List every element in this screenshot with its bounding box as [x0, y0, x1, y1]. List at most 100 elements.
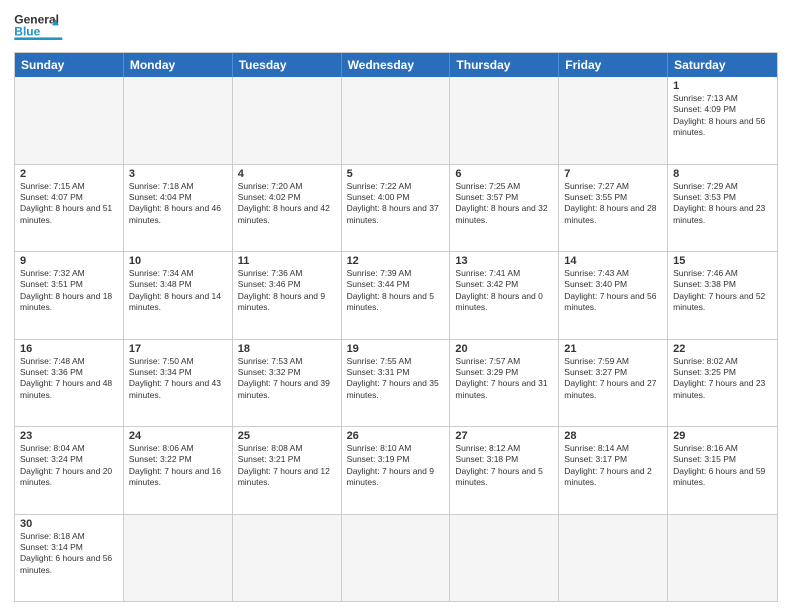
day-cell-6: 6Sunrise: 7:25 AMSunset: 3:57 PMDaylight… — [450, 165, 559, 252]
col-header-thursday: Thursday — [450, 53, 559, 77]
day-cell-16: 16Sunrise: 7:48 AMSunset: 3:36 PMDayligh… — [15, 340, 124, 427]
cell-info: Sunrise: 7:55 AMSunset: 3:31 PMDaylight:… — [347, 356, 445, 402]
cell-info: Sunrise: 7:27 AMSunset: 3:55 PMDaylight:… — [564, 181, 662, 227]
day-number: 14 — [564, 255, 662, 267]
cell-info: Sunrise: 7:22 AMSunset: 4:00 PMDaylight:… — [347, 181, 445, 227]
day-cell-22: 22Sunrise: 8:02 AMSunset: 3:25 PMDayligh… — [668, 340, 777, 427]
calendar-header: SundayMondayTuesdayWednesdayThursdayFrid… — [15, 53, 777, 77]
day-cell-3: 3Sunrise: 7:18 AMSunset: 4:04 PMDaylight… — [124, 165, 233, 252]
day-cell-24: 24Sunrise: 8:06 AMSunset: 3:22 PMDayligh… — [124, 427, 233, 514]
cell-info: Sunrise: 8:06 AMSunset: 3:22 PMDaylight:… — [129, 443, 227, 489]
empty-cell — [559, 77, 668, 164]
day-cell-1: 1Sunrise: 7:13 AMSunset: 4:09 PMDaylight… — [668, 77, 777, 164]
day-cell-17: 17Sunrise: 7:50 AMSunset: 3:34 PMDayligh… — [124, 340, 233, 427]
generalblue-logo: General Blue — [14, 10, 66, 46]
week-row-5: 30Sunrise: 8:18 AMSunset: 3:14 PMDayligh… — [15, 515, 777, 602]
day-cell-27: 27Sunrise: 8:12 AMSunset: 3:18 PMDayligh… — [450, 427, 559, 514]
cell-info: Sunrise: 7:59 AMSunset: 3:27 PMDaylight:… — [564, 356, 662, 402]
day-number: 1 — [673, 80, 772, 92]
day-cell-15: 15Sunrise: 7:46 AMSunset: 3:38 PMDayligh… — [668, 252, 777, 339]
day-cell-18: 18Sunrise: 7:53 AMSunset: 3:32 PMDayligh… — [233, 340, 342, 427]
empty-cell — [233, 77, 342, 164]
cell-info: Sunrise: 7:41 AMSunset: 3:42 PMDaylight:… — [455, 268, 553, 314]
day-cell-28: 28Sunrise: 8:14 AMSunset: 3:17 PMDayligh… — [559, 427, 668, 514]
cell-info: Sunrise: 7:18 AMSunset: 4:04 PMDaylight:… — [129, 181, 227, 227]
day-number: 9 — [20, 255, 118, 267]
day-number: 2 — [20, 168, 118, 180]
cell-info: Sunrise: 8:12 AMSunset: 3:18 PMDaylight:… — [455, 443, 553, 489]
cell-info: Sunrise: 7:46 AMSunset: 3:38 PMDaylight:… — [673, 268, 772, 314]
day-number: 19 — [347, 343, 445, 355]
week-row-0: 1Sunrise: 7:13 AMSunset: 4:09 PMDaylight… — [15, 77, 777, 165]
day-number: 12 — [347, 255, 445, 267]
col-header-tuesday: Tuesday — [233, 53, 342, 77]
day-cell-19: 19Sunrise: 7:55 AMSunset: 3:31 PMDayligh… — [342, 340, 451, 427]
svg-text:Blue: Blue — [14, 25, 40, 39]
day-cell-25: 25Sunrise: 8:08 AMSunset: 3:21 PMDayligh… — [233, 427, 342, 514]
cell-info: Sunrise: 8:16 AMSunset: 3:15 PMDaylight:… — [673, 443, 772, 489]
page: General Blue SundayMondayTuesdayWednesda… — [0, 0, 792, 612]
day-number: 26 — [347, 430, 445, 442]
day-number: 28 — [564, 430, 662, 442]
empty-cell — [668, 515, 777, 602]
day-number: 11 — [238, 255, 336, 267]
week-row-4: 23Sunrise: 8:04 AMSunset: 3:24 PMDayligh… — [15, 427, 777, 515]
day-cell-13: 13Sunrise: 7:41 AMSunset: 3:42 PMDayligh… — [450, 252, 559, 339]
day-number: 16 — [20, 343, 118, 355]
day-cell-11: 11Sunrise: 7:36 AMSunset: 3:46 PMDayligh… — [233, 252, 342, 339]
empty-cell — [233, 515, 342, 602]
day-number: 8 — [673, 168, 772, 180]
cell-info: Sunrise: 7:53 AMSunset: 3:32 PMDaylight:… — [238, 356, 336, 402]
cell-info: Sunrise: 7:20 AMSunset: 4:02 PMDaylight:… — [238, 181, 336, 227]
col-header-saturday: Saturday — [668, 53, 777, 77]
day-cell-10: 10Sunrise: 7:34 AMSunset: 3:48 PMDayligh… — [124, 252, 233, 339]
day-number: 5 — [347, 168, 445, 180]
day-cell-5: 5Sunrise: 7:22 AMSunset: 4:00 PMDaylight… — [342, 165, 451, 252]
logo: General Blue — [14, 10, 66, 46]
day-number: 18 — [238, 343, 336, 355]
week-row-3: 16Sunrise: 7:48 AMSunset: 3:36 PMDayligh… — [15, 340, 777, 428]
cell-info: Sunrise: 7:57 AMSunset: 3:29 PMDaylight:… — [455, 356, 553, 402]
cell-info: Sunrise: 8:02 AMSunset: 3:25 PMDaylight:… — [673, 356, 772, 402]
day-cell-23: 23Sunrise: 8:04 AMSunset: 3:24 PMDayligh… — [15, 427, 124, 514]
day-number: 6 — [455, 168, 553, 180]
day-number: 24 — [129, 430, 227, 442]
cell-info: Sunrise: 8:10 AMSunset: 3:19 PMDaylight:… — [347, 443, 445, 489]
cell-info: Sunrise: 7:32 AMSunset: 3:51 PMDaylight:… — [20, 268, 118, 314]
cell-info: Sunrise: 7:15 AMSunset: 4:07 PMDaylight:… — [20, 181, 118, 227]
cell-info: Sunrise: 7:13 AMSunset: 4:09 PMDaylight:… — [673, 93, 772, 139]
empty-cell — [450, 515, 559, 602]
day-number: 25 — [238, 430, 336, 442]
cell-info: Sunrise: 7:25 AMSunset: 3:57 PMDaylight:… — [455, 181, 553, 227]
header: General Blue — [14, 10, 778, 46]
col-header-wednesday: Wednesday — [342, 53, 451, 77]
day-cell-4: 4Sunrise: 7:20 AMSunset: 4:02 PMDaylight… — [233, 165, 342, 252]
day-number: 15 — [673, 255, 772, 267]
day-cell-29: 29Sunrise: 8:16 AMSunset: 3:15 PMDayligh… — [668, 427, 777, 514]
cell-info: Sunrise: 8:04 AMSunset: 3:24 PMDaylight:… — [20, 443, 118, 489]
day-cell-26: 26Sunrise: 8:10 AMSunset: 3:19 PMDayligh… — [342, 427, 451, 514]
day-cell-9: 9Sunrise: 7:32 AMSunset: 3:51 PMDaylight… — [15, 252, 124, 339]
empty-cell — [450, 77, 559, 164]
cell-info: Sunrise: 7:50 AMSunset: 3:34 PMDaylight:… — [129, 356, 227, 402]
day-number: 27 — [455, 430, 553, 442]
day-number: 7 — [564, 168, 662, 180]
col-header-sunday: Sunday — [15, 53, 124, 77]
week-row-1: 2Sunrise: 7:15 AMSunset: 4:07 PMDaylight… — [15, 165, 777, 253]
day-number: 29 — [673, 430, 772, 442]
cell-info: Sunrise: 7:39 AMSunset: 3:44 PMDaylight:… — [347, 268, 445, 314]
day-number: 4 — [238, 168, 336, 180]
cell-info: Sunrise: 7:34 AMSunset: 3:48 PMDaylight:… — [129, 268, 227, 314]
day-number: 3 — [129, 168, 227, 180]
day-number: 17 — [129, 343, 227, 355]
day-cell-8: 8Sunrise: 7:29 AMSunset: 3:53 PMDaylight… — [668, 165, 777, 252]
day-number: 13 — [455, 255, 553, 267]
empty-cell — [342, 77, 451, 164]
empty-cell — [342, 515, 451, 602]
cell-info: Sunrise: 7:43 AMSunset: 3:40 PMDaylight:… — [564, 268, 662, 314]
day-cell-12: 12Sunrise: 7:39 AMSunset: 3:44 PMDayligh… — [342, 252, 451, 339]
empty-cell — [15, 77, 124, 164]
calendar: SundayMondayTuesdayWednesdayThursdayFrid… — [14, 52, 778, 602]
cell-info: Sunrise: 7:48 AMSunset: 3:36 PMDaylight:… — [20, 356, 118, 402]
day-cell-7: 7Sunrise: 7:27 AMSunset: 3:55 PMDaylight… — [559, 165, 668, 252]
